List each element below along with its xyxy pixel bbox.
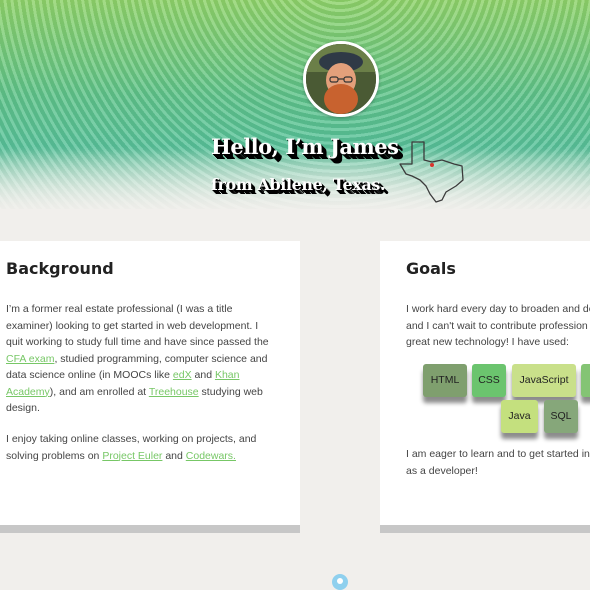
project-euler-link[interactable]: Project Euler xyxy=(102,450,162,462)
edx-link[interactable]: edX xyxy=(173,369,192,381)
goals-paragraph-1: I work hard every day to broaden and de a… xyxy=(406,303,590,348)
skill-tag-javascript: JavaScript xyxy=(512,364,576,397)
skill-tag-html: HTML xyxy=(423,364,467,397)
treehouse-link[interactable]: Treehouse xyxy=(149,386,199,398)
goals-heading: Goals xyxy=(406,259,456,278)
skill-tag-sql: SQL xyxy=(544,400,578,433)
skill-tag-partial xyxy=(581,364,590,397)
profile-avatar xyxy=(303,41,379,117)
background-paragraph-2: I enjoy taking online classes, working o… xyxy=(6,433,257,462)
cfa-exam-link[interactable]: CFA exam xyxy=(6,353,54,365)
background-paragraph-1: I’m a former real estate professional (I… xyxy=(6,303,269,414)
skill-tag-css: CSS xyxy=(472,364,506,397)
background-heading: Background xyxy=(6,259,114,278)
scroll-indicator-icon[interactable] xyxy=(332,574,348,590)
hero-title: Hello, I’m James xyxy=(211,134,399,159)
hero-subtitle: from Abilene, Texas. xyxy=(211,175,386,194)
skill-tag-java: Java xyxy=(501,400,538,433)
goals-paragraph-2: I am eager to learn and to get started i… xyxy=(406,448,590,477)
texas-map-icon xyxy=(399,141,464,203)
goals-card: Goals I work hard every day to broaden a… xyxy=(380,241,590,525)
codewars-link[interactable]: Codewars. xyxy=(186,450,236,462)
background-card: Background I’m a former real estate prof… xyxy=(0,241,300,525)
